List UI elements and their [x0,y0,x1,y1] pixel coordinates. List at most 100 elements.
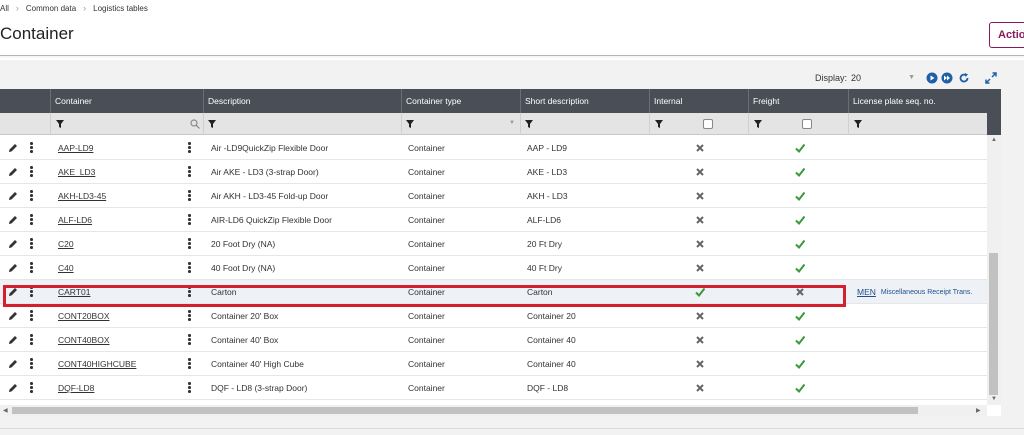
horizontal-scroll-thumb[interactable] [12,407,918,414]
fast-forward-icon[interactable] [941,72,953,84]
cross-icon [695,239,705,249]
filter-icon[interactable] [208,120,216,128]
row-menu-icon[interactable] [30,334,33,346]
row-menu-icon[interactable] [30,214,33,226]
table-row[interactable]: AAP-LD9 Air -LD9QuickZip Flexible Door Con… [0,136,987,160]
filter-cell-container [50,113,203,135]
container-code-link[interactable]: AAP-LD9 [58,143,93,153]
short-description-cell: Container 20 [527,311,576,321]
edit-pencil-icon[interactable] [8,143,18,153]
cross-icon [695,383,705,393]
row-menu-icon[interactable] [188,310,191,322]
row-menu-icon[interactable] [188,262,191,274]
chevron-down-icon[interactable]: ▼ [509,120,515,126]
column-header-freight[interactable]: Freight [748,89,848,113]
column-header-short-description[interactable]: Short description [520,89,649,113]
row-menu-icon[interactable] [30,142,33,154]
table-row[interactable]: ALF-LD6 AIR-LD6 QuickZip Flexible Door Con… [0,208,987,232]
page-title: Container [0,24,74,43]
row-menu-icon[interactable] [30,358,33,370]
container-code-link[interactable]: AKE_LD3 [58,167,95,177]
row-menu-icon[interactable] [30,238,33,250]
filter-icon[interactable] [854,120,862,128]
table-row[interactable]: CONT40BOX Container 40' Box Container Conta… [0,328,987,352]
search-icon[interactable] [190,119,200,129]
table-row[interactable]: AKE_LD3 Air AKE - LD3 (3-strap Door) Conta… [0,160,987,184]
vertical-scroll-thumb[interactable] [989,253,998,395]
scroll-up-icon[interactable]: ▲ [991,137,997,143]
row-menu-icon[interactable] [30,310,33,322]
container-code-link[interactable]: ALF-LD6 [58,215,92,225]
short-description-cell: Container 40 [527,335,576,345]
container-code-link[interactable]: C20 [58,239,74,249]
row-menu-icon[interactable] [188,142,191,154]
filter-icon[interactable] [655,120,663,128]
container-code-link[interactable]: CONT20BOX [58,311,110,321]
row-menu-icon[interactable] [188,190,191,202]
refresh-icon[interactable] [958,72,970,84]
breadcrumb-all[interactable]: All [0,4,9,13]
description-cell: Air -LD9QuickZip Flexible Door [211,143,329,153]
internal-filter-checkbox[interactable] [703,119,713,129]
edit-pencil-icon[interactable] [8,239,18,249]
description-cell: Container 40' Box [211,335,279,345]
description-cell: Container 40' High Cube [211,359,304,369]
actions-button[interactable]: Actio [989,22,1024,48]
edit-pencil-icon[interactable] [8,215,18,225]
filter-icon[interactable] [56,120,64,128]
column-header-container-type[interactable]: Container type [401,89,520,113]
filter-icon[interactable] [406,120,414,128]
scroll-right-icon[interactable]: ▶ [976,407,981,414]
row-menu-icon[interactable] [188,382,191,394]
row-menu-icon[interactable] [188,334,191,346]
display-count-value: 20 [851,73,862,83]
edit-pencil-icon[interactable] [8,167,18,177]
description-cell: AIR-LD6 QuickZip Flexible Door [211,215,332,225]
row-menu-icon[interactable] [188,166,191,178]
breadcrumb-common-data[interactable]: Common data [26,4,76,13]
table-row[interactable]: C20 20 Foot Dry (NA) Container 20 Ft Dry [0,232,987,256]
expand-icon[interactable] [985,72,997,84]
container-code-link[interactable]: DQF-LD8 [58,383,94,393]
filter-icon[interactable] [754,120,762,128]
row-menu-icon[interactable] [188,358,191,370]
filter-icon[interactable] [525,120,533,128]
row-menu-icon[interactable] [30,190,33,202]
scroll-down-icon[interactable]: ▼ [991,396,997,402]
container-code-link[interactable]: C40 [58,263,74,273]
edit-pencil-icon[interactable] [8,383,18,393]
table-row[interactable]: AKH-LD3-45 Air AKH - LD3-45 Fold-up Door C… [0,184,987,208]
license-plate-code-link[interactable]: MEN [857,287,876,297]
edit-pencil-icon[interactable] [8,311,18,321]
column-header-internal[interactable]: Internal [649,89,748,113]
column-header-container[interactable]: Container [50,89,203,113]
container-code-link[interactable]: AKH-LD3-45 [58,191,106,201]
row-menu-icon[interactable] [30,166,33,178]
horizontal-scrollbar[interactable]: ◀ ▶ [0,405,987,416]
edit-pencil-icon[interactable] [8,335,18,345]
edit-pencil-icon[interactable] [8,191,18,201]
row-menu-icon[interactable] [30,382,33,394]
edit-pencil-icon[interactable] [8,359,18,369]
table-row[interactable]: DQF-LD8 DQF - LD8 (3-strap Door) Container… [0,376,987,400]
column-header-license-plate[interactable]: License plate seq. no. [848,89,987,113]
table-row[interactable]: CONT40HIGHCUBE Container 40' High Cube Con… [0,352,987,376]
breadcrumb-logistics-tables[interactable]: Logistics tables [93,4,148,13]
freight-filter-checkbox[interactable] [802,119,812,129]
scroll-left-icon[interactable]: ◀ [3,407,8,414]
column-header-description[interactable]: Description [203,89,401,113]
display-count-select[interactable]: 20 ▼ [848,71,918,85]
container-type-cell: Container [408,143,445,153]
filter-cell-description [203,113,401,135]
container-grid: Container Description Container type Sho… [0,89,1001,416]
vertical-scrollbar[interactable]: ▲ ▼ [987,135,1001,405]
edit-pencil-icon[interactable] [8,263,18,273]
table-row[interactable]: C40 40 Foot Dry (NA) Container 40 Ft Dry [0,256,987,280]
row-menu-icon[interactable] [188,238,191,250]
container-code-link[interactable]: CONT40BOX [58,335,110,345]
container-code-link[interactable]: CONT40HIGHCUBE [58,359,136,369]
play-next-icon[interactable] [926,72,938,84]
row-menu-icon[interactable] [188,214,191,226]
table-row[interactable]: CONT20BOX Container 20' Box Container Conta… [0,304,987,328]
row-menu-icon[interactable] [30,262,33,274]
